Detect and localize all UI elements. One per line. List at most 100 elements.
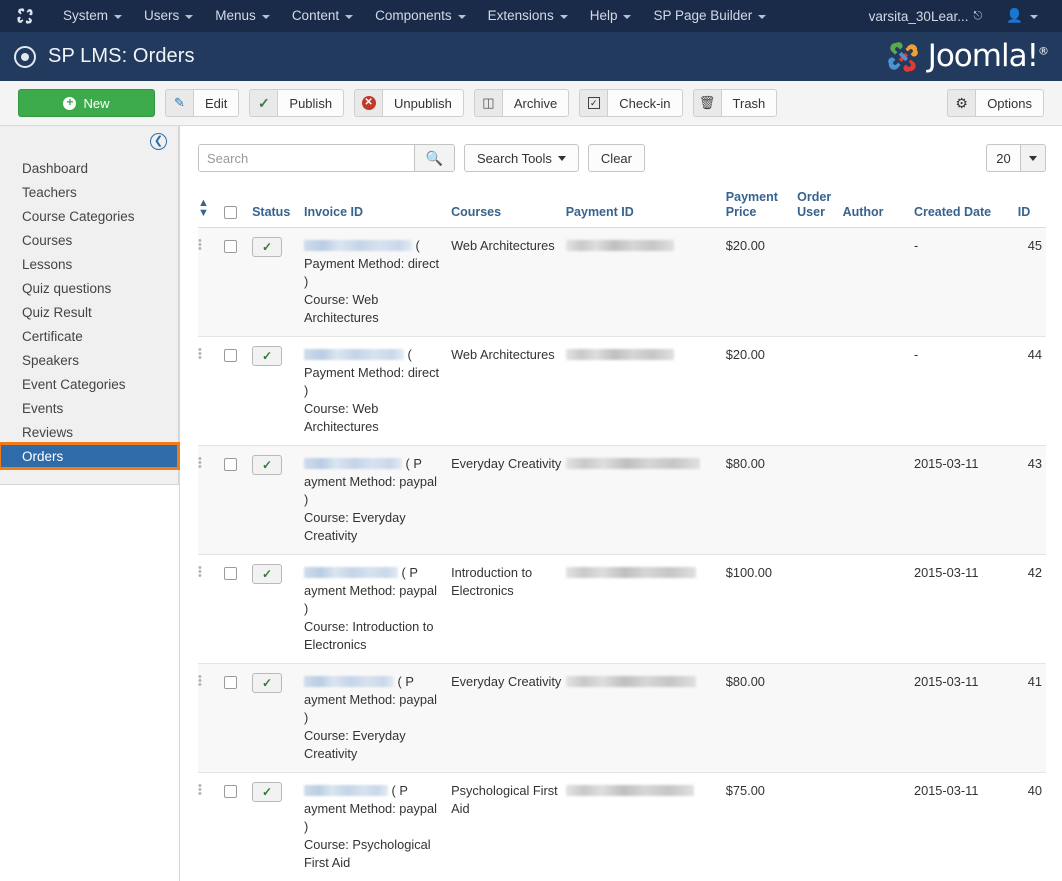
column-select-all[interactable] bbox=[223, 190, 253, 228]
row-drag-handle[interactable]: • • • bbox=[198, 554, 224, 664]
checkin-button[interactable]: ✓ Check-in bbox=[579, 89, 683, 117]
row-status-cell[interactable]: ✓ bbox=[252, 772, 304, 881]
joomla-trademark: ® bbox=[1038, 44, 1049, 58]
search-icon[interactable]: 🔍 bbox=[414, 145, 454, 171]
unpublish-button-label: Unpublish bbox=[382, 89, 464, 117]
sidebar-item-lessons[interactable]: Lessons bbox=[0, 252, 178, 276]
joomla-logo-icon[interactable] bbox=[14, 5, 36, 27]
table-row[interactable]: • • • ✓ (Payment Method: direct) Course: Web… bbox=[198, 336, 1046, 446]
unpublish-button[interactable]: ✕ Unpublish bbox=[354, 89, 464, 117]
trash-button[interactable]: 🗑 Trash bbox=[692, 89, 778, 117]
sidebar-item-teachers[interactable]: Teachers bbox=[0, 180, 178, 204]
row-status-cell[interactable]: ✓ bbox=[252, 663, 304, 773]
sidebar-item-certificate[interactable]: Certificate bbox=[0, 324, 178, 348]
status-badge[interactable]: ✓ bbox=[252, 237, 283, 257]
chevron-down-icon bbox=[1030, 15, 1038, 19]
row-status-cell[interactable]: ✓ bbox=[252, 445, 304, 555]
menu-content[interactable]: Content bbox=[281, 0, 364, 32]
sidebar-item-orders[interactable]: Orders bbox=[0, 442, 180, 470]
status-badge[interactable]: ✓ bbox=[252, 782, 283, 802]
row-course-cell: Psychological First Aid bbox=[451, 772, 566, 881]
column-invoice-id[interactable]: Invoice ID bbox=[303, 190, 452, 228]
row-order-user-cell bbox=[797, 336, 843, 446]
sidebar-item-events[interactable]: Events bbox=[0, 396, 178, 420]
table-row[interactable]: • • • ✓ ( P ayment Method: paypal) Course: Ps… bbox=[198, 772, 1046, 881]
chevron-down-icon[interactable] bbox=[1020, 144, 1046, 172]
menu-menus[interactable]: Menus bbox=[204, 0, 281, 32]
select-all-checkbox[interactable] bbox=[223, 206, 237, 220]
row-checkbox[interactable] bbox=[223, 785, 237, 799]
new-button[interactable]: + New bbox=[18, 89, 155, 117]
menu-components[interactable]: Components bbox=[364, 0, 477, 32]
sidebar-item-course-categories[interactable]: Course Categories bbox=[0, 204, 178, 228]
column-payment-price[interactable]: Payment Price bbox=[725, 190, 798, 228]
list-limit-select[interactable]: 20 bbox=[986, 144, 1046, 172]
row-checkbox-cell[interactable] bbox=[223, 772, 253, 881]
column-id[interactable]: ID bbox=[1017, 190, 1046, 228]
search-tools-button[interactable]: Search Tools bbox=[464, 144, 579, 172]
user-icon: 👤 bbox=[1006, 8, 1023, 23]
column-order-user[interactable]: Order User bbox=[797, 190, 843, 228]
status-badge[interactable]: ✓ bbox=[252, 673, 283, 693]
search-input[interactable] bbox=[199, 145, 414, 171]
menu-help[interactable]: Help bbox=[579, 0, 643, 32]
course-line: Course: Everyday Creativity bbox=[303, 728, 406, 761]
row-drag-handle[interactable]: • • • bbox=[198, 336, 224, 446]
status-badge[interactable]: ✓ bbox=[252, 455, 283, 475]
row-checkbox[interactable] bbox=[223, 458, 237, 472]
menu-system[interactable]: System bbox=[52, 0, 133, 32]
column-created-date[interactable]: Created Date bbox=[913, 190, 1018, 228]
menu-extensions[interactable]: Extensions bbox=[477, 0, 579, 32]
menu-sp-page-builder[interactable]: SP Page Builder bbox=[642, 0, 777, 32]
row-drag-handle[interactable]: • • • bbox=[198, 445, 224, 555]
status-badge[interactable]: ✓ bbox=[252, 346, 283, 366]
row-checkbox-cell[interactable] bbox=[223, 227, 253, 337]
row-status-cell[interactable]: ✓ bbox=[252, 227, 304, 337]
row-checkbox-cell[interactable] bbox=[223, 445, 253, 555]
user-menu[interactable]: 👤 bbox=[992, 8, 1048, 24]
archive-button[interactable]: ◫ Archive bbox=[473, 89, 570, 117]
drag-handle-icon: • • • bbox=[198, 453, 202, 473]
row-checkbox-cell[interactable] bbox=[223, 554, 253, 664]
row-price-cell: $100.00 bbox=[725, 554, 798, 664]
row-status-cell[interactable]: ✓ bbox=[252, 554, 304, 664]
sidebar-item-quiz-questions[interactable]: Quiz questions bbox=[0, 276, 178, 300]
status-badge[interactable]: ✓ bbox=[252, 564, 283, 584]
publish-button[interactable]: ✓ Publish bbox=[249, 89, 345, 117]
edit-button[interactable]: ✎ Edit bbox=[165, 89, 240, 117]
table-row[interactable]: • • • ✓ ( P ayment Method: paypal) Course: In… bbox=[198, 554, 1046, 664]
row-drag-handle[interactable]: • • • bbox=[198, 772, 224, 881]
row-payment-id-cell bbox=[565, 336, 726, 446]
sidebar-item-event-categories[interactable]: Event Categories bbox=[0, 372, 178, 396]
sidebar-item-reviews[interactable]: Reviews bbox=[0, 420, 178, 444]
row-checkbox-cell[interactable] bbox=[223, 336, 253, 446]
row-status-cell[interactable]: ✓ bbox=[252, 336, 304, 446]
row-checkbox[interactable] bbox=[223, 567, 237, 581]
row-author-cell bbox=[842, 554, 914, 664]
sidebar-item-label: Certificate bbox=[22, 328, 83, 344]
arrow-left-circle-icon[interactable]: ❮ bbox=[150, 132, 167, 150]
sidebar-item-quiz-result[interactable]: Quiz Result bbox=[0, 300, 178, 324]
row-checkbox-cell[interactable] bbox=[223, 663, 253, 773]
clear-button[interactable]: Clear bbox=[587, 144, 645, 172]
row-checkbox[interactable] bbox=[223, 240, 237, 254]
sidebar-item-courses[interactable]: Courses bbox=[0, 228, 178, 252]
column-payment-id[interactable]: Payment ID bbox=[565, 190, 726, 228]
sidebar-item-speakers[interactable]: Speakers bbox=[0, 348, 178, 372]
column-ordering[interactable]: ▲ ▼ bbox=[198, 190, 224, 228]
site-name-link[interactable]: varsita_30Lear... ⎋ bbox=[859, 9, 993, 24]
row-checkbox[interactable] bbox=[223, 676, 237, 690]
column-courses[interactable]: Courses bbox=[451, 190, 566, 228]
row-drag-handle[interactable]: • • • bbox=[198, 663, 224, 773]
options-button[interactable]: ⚙ Options bbox=[947, 89, 1044, 117]
sidebar-item-dashboard[interactable]: Dashboard bbox=[0, 156, 178, 180]
table-row[interactable]: • • • ✓ ( P ayment Method: paypal) Course: Ev… bbox=[198, 663, 1046, 773]
table-row[interactable]: • • • ✓ (Payment Method: direct) Course: Web… bbox=[198, 227, 1046, 337]
menu-users[interactable]: Users bbox=[133, 0, 204, 32]
row-checkbox[interactable] bbox=[223, 349, 237, 363]
column-author[interactable]: Author bbox=[842, 190, 914, 228]
plus-icon: + bbox=[63, 96, 77, 110]
column-status[interactable]: Status bbox=[252, 190, 304, 228]
row-drag-handle[interactable]: • • • bbox=[198, 227, 224, 337]
table-row[interactable]: • • • ✓ ( P ayment Method: paypal) Course: Ev… bbox=[198, 445, 1046, 555]
